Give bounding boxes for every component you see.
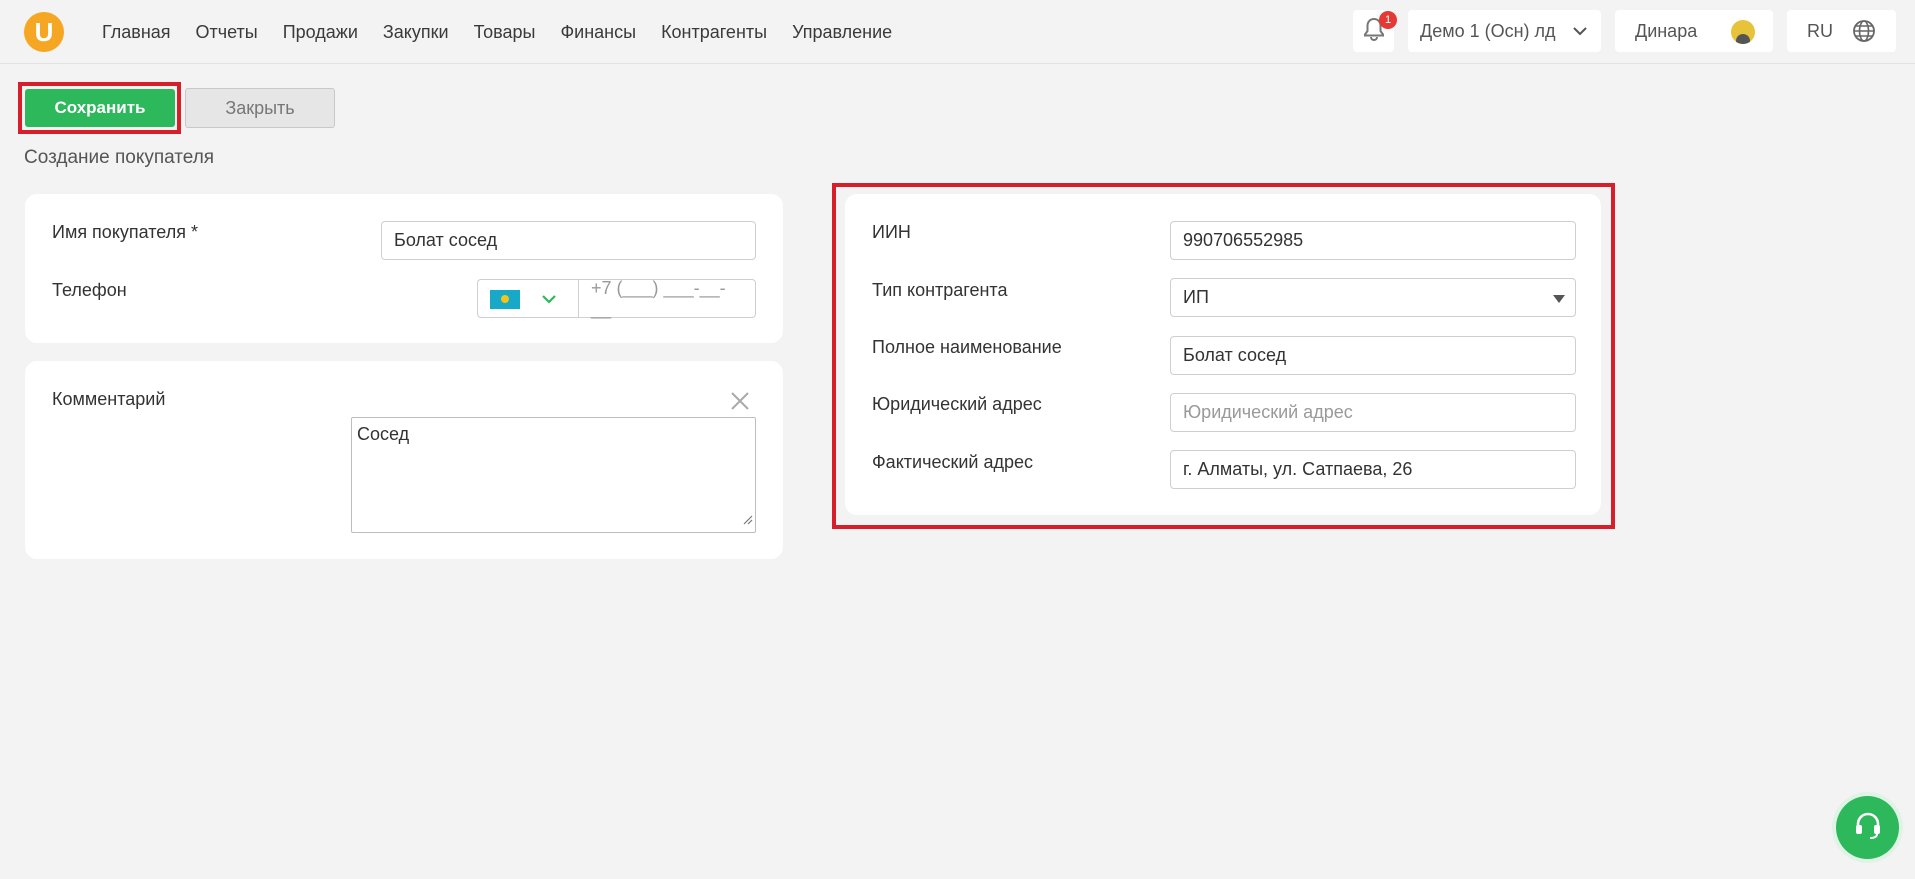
avatar: [1731, 20, 1755, 44]
app-logo[interactable]: U: [24, 12, 64, 52]
chevron-down-icon: [541, 292, 557, 311]
notification-badge: 1: [1379, 11, 1397, 29]
full-name-input[interactable]: Болат сосед: [1170, 336, 1576, 375]
chevron-down-icon: [1571, 22, 1589, 45]
nav-item-finance[interactable]: Финансы: [560, 22, 636, 43]
iin-input[interactable]: 990706552985: [1170, 221, 1576, 260]
notifications-button[interactable]: 1: [1353, 10, 1397, 52]
customer-name-input[interactable]: Болат сосед: [381, 221, 756, 260]
nav-item-management[interactable]: Управление: [792, 22, 892, 43]
resize-grip-icon[interactable]: [743, 509, 753, 530]
nav-item-purchases[interactable]: Закупки: [383, 22, 449, 43]
actual-address-input[interactable]: г. Алматы, ул. Сатпаева, 26: [1170, 450, 1576, 489]
nav-item-home[interactable]: Главная: [102, 22, 171, 43]
actual-address-label: Фактический адрес: [872, 452, 1033, 472]
phone-country-selector[interactable]: [477, 279, 579, 318]
customer-main-card: [25, 194, 783, 343]
close-button[interactable]: Закрыть: [185, 88, 335, 128]
save-button[interactable]: Сохранить: [25, 89, 175, 127]
kazakhstan-flag-icon: [490, 290, 520, 309]
user-menu[interactable]: Динара: [1615, 10, 1773, 52]
comment-label: Комментарий: [52, 389, 166, 409]
phone-input[interactable]: +7 (___) ___-__-__: [578, 278, 756, 319]
counterparty-type-value: ИП: [1183, 287, 1209, 307]
organization-selector[interactable]: Демо 1 (Осн) лд: [1408, 10, 1601, 52]
legal-address-label: Юридический адрес: [872, 394, 1042, 414]
nav-item-sales[interactable]: Продажи: [283, 22, 358, 43]
counterparty-type-label: Тип контрагента: [872, 280, 1008, 300]
main-nav: Главная Отчеты Продажи Закупки Товары Фи…: [102, 22, 917, 43]
top-navigation-bar: U Главная Отчеты Продажи Закупки Товары …: [0, 0, 1915, 64]
support-chat-button[interactable]: [1836, 796, 1899, 859]
comment-textarea[interactable]: Сосед: [351, 417, 756, 533]
language-selector[interactable]: RU: [1787, 10, 1896, 52]
globe-icon: [1852, 19, 1876, 48]
counterparty-type-select[interactable]: ИП: [1170, 278, 1576, 317]
language-code: RU: [1807, 20, 1833, 41]
nav-item-reports[interactable]: Отчеты: [196, 22, 258, 43]
nav-item-counterparties[interactable]: Контрагенты: [661, 22, 767, 43]
user-name: Динара: [1635, 20, 1698, 41]
full-name-label: Полное наименование: [872, 337, 1062, 357]
nav-item-products[interactable]: Товары: [474, 22, 536, 43]
legal-address-input[interactable]: Юридический адрес: [1170, 393, 1576, 432]
iin-label: ИИН: [872, 222, 911, 242]
headset-icon: [1852, 809, 1884, 846]
dropdown-arrow-icon: [1553, 295, 1565, 303]
logo-letter: U: [30, 18, 58, 46]
phone-label: Телефон: [52, 280, 127, 300]
comment-text: Сосед: [357, 424, 410, 444]
close-icon[interactable]: [729, 390, 751, 417]
page-title: Создание покупателя: [24, 147, 215, 168]
organization-name: Демо 1 (Осн) лд: [1420, 20, 1556, 41]
customer-name-label: Имя покупателя *: [52, 222, 198, 242]
